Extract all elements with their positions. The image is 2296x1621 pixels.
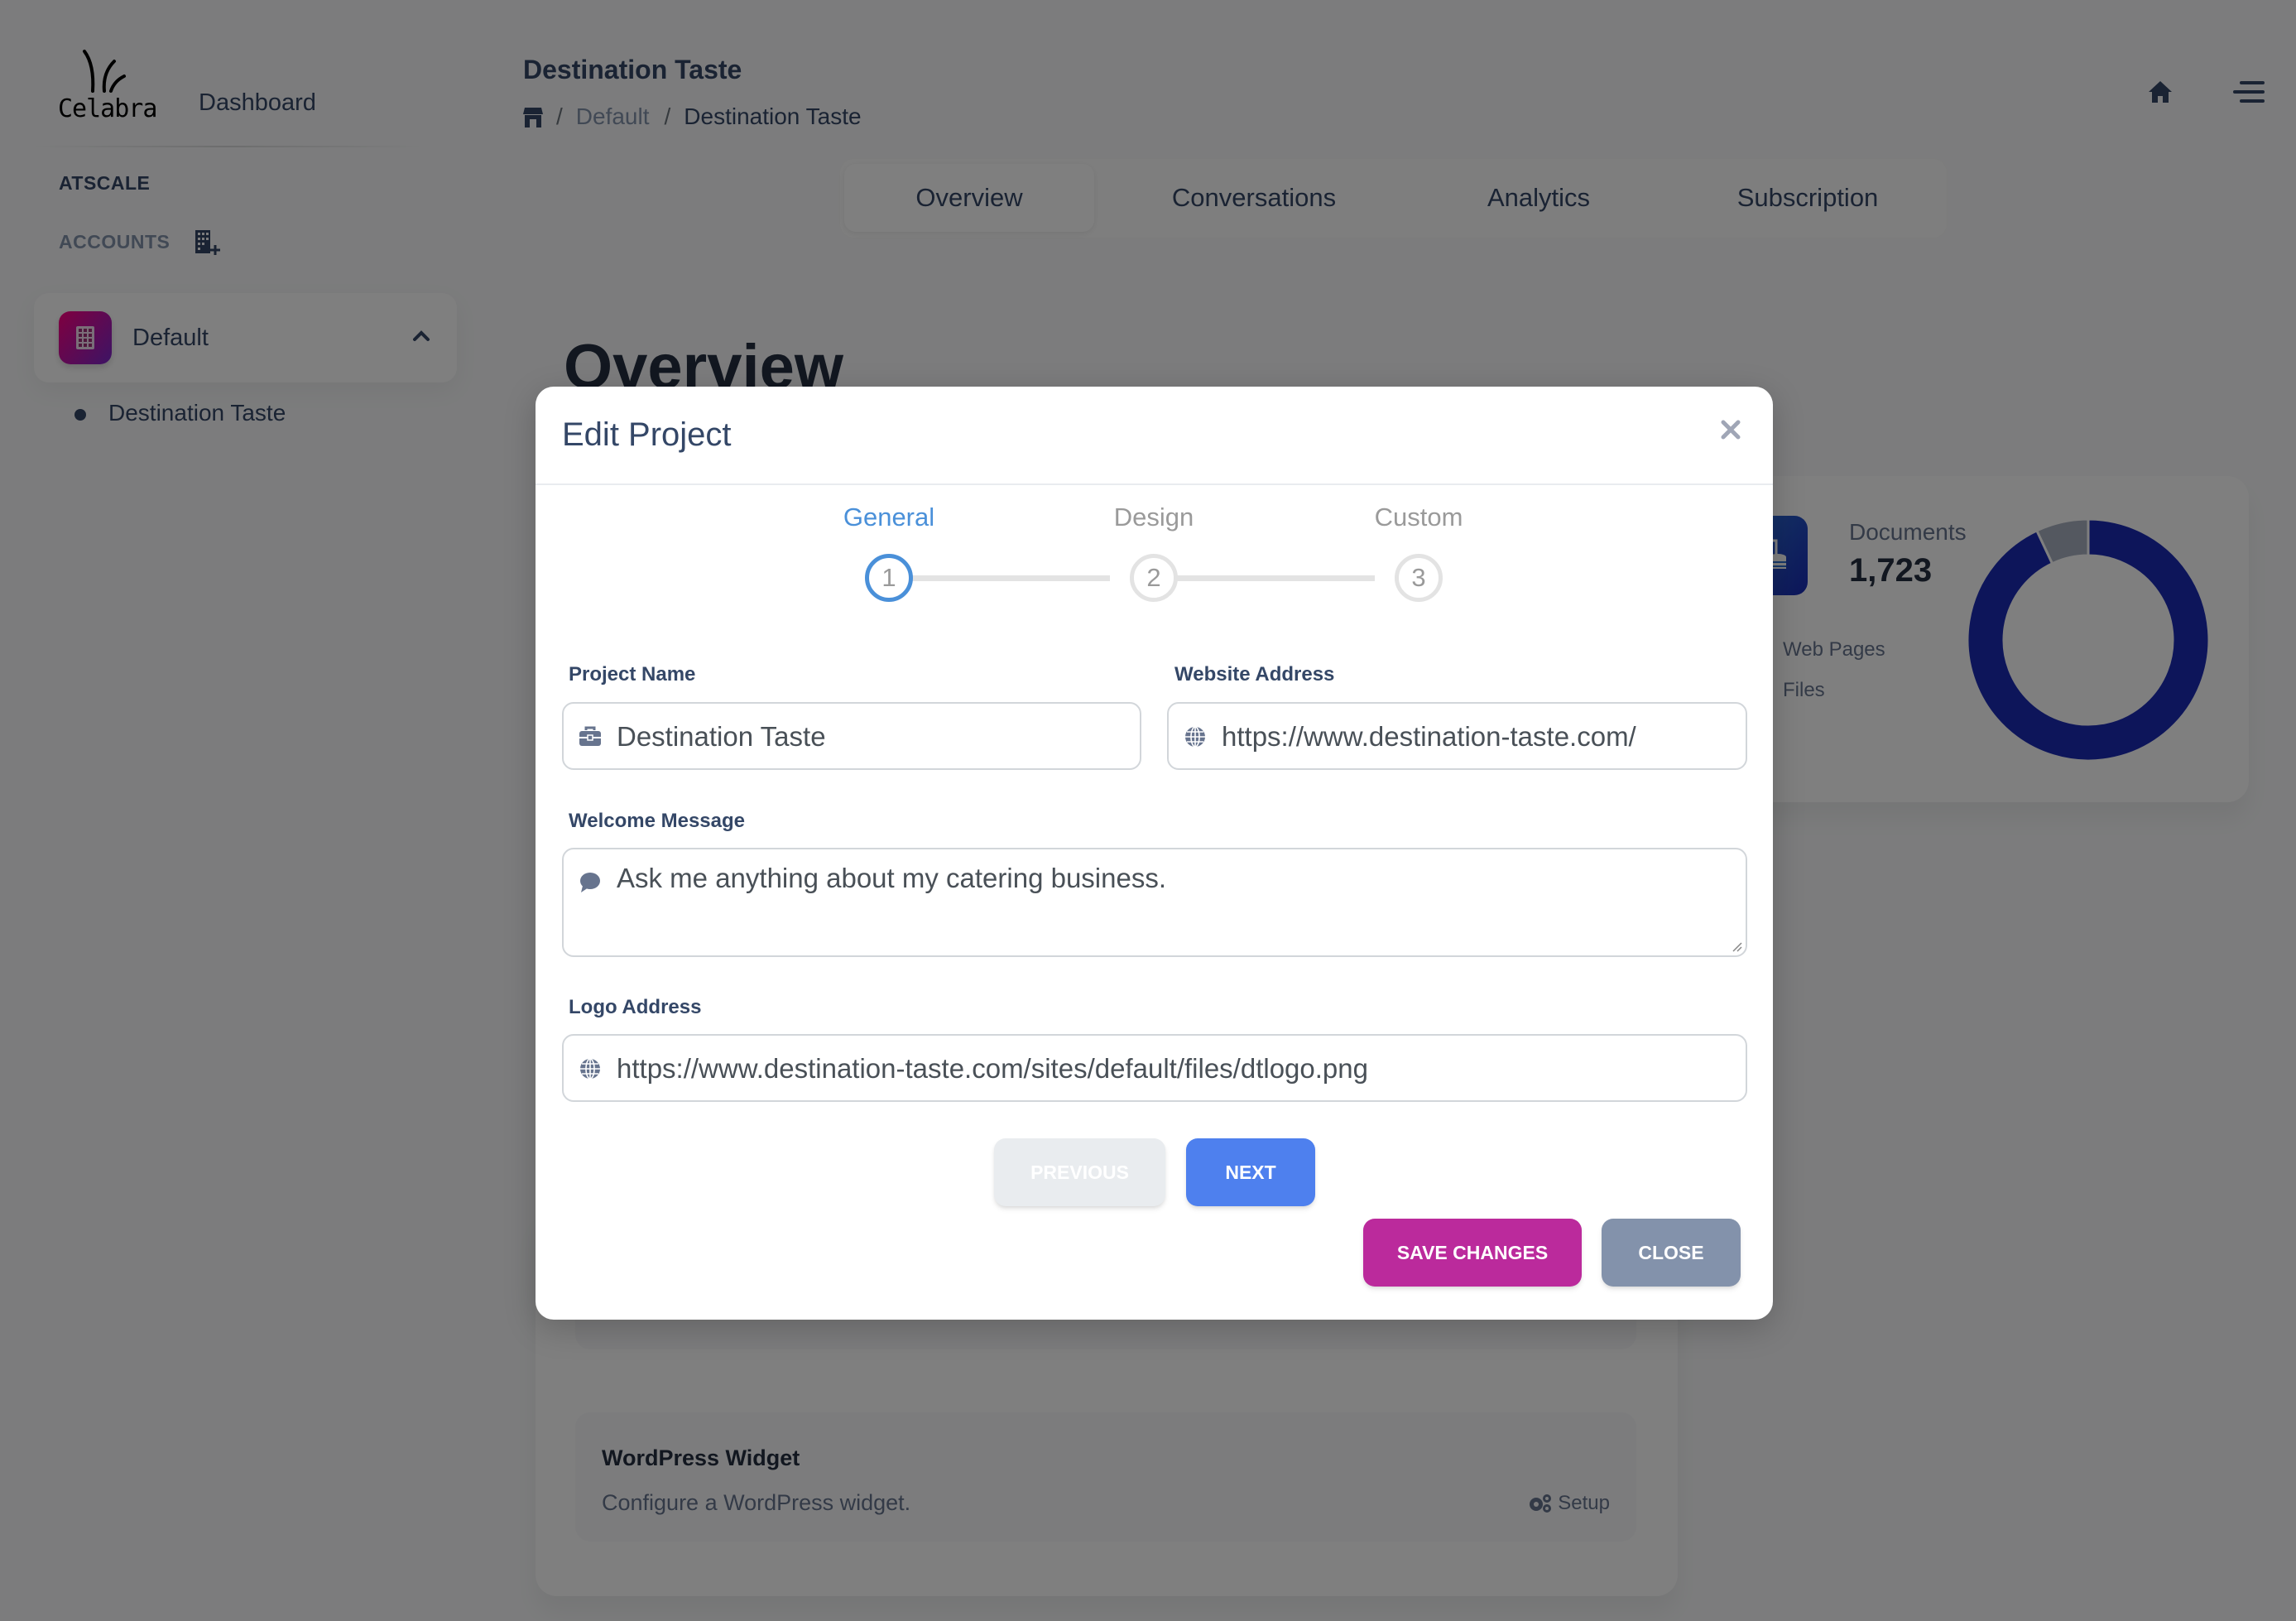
step-connector bbox=[889, 575, 1110, 581]
modal-close-button[interactable] bbox=[1714, 413, 1747, 446]
next-button[interactable]: NEXT bbox=[1186, 1138, 1315, 1206]
resize-handle-icon[interactable] bbox=[1731, 940, 1742, 952]
step-connector bbox=[1154, 575, 1375, 581]
modal-title: Edit Project bbox=[562, 416, 732, 453]
globe-icon bbox=[580, 1058, 600, 1080]
website-address-label: Website Address bbox=[1174, 663, 1335, 685]
step-general-circle[interactable]: 1 bbox=[865, 554, 913, 602]
project-name-input[interactable] bbox=[617, 720, 1126, 753]
logo-address-label: Logo Address bbox=[569, 996, 702, 1018]
step-progress: General Design Custom 1 2 3 bbox=[536, 503, 1773, 627]
briefcase-icon bbox=[579, 726, 601, 746]
step-custom-label[interactable]: Custom bbox=[1375, 503, 1463, 532]
close-button[interactable]: CLOSE bbox=[1602, 1219, 1741, 1287]
edit-project-modal: Edit Project General Design Custom 1 2 3… bbox=[536, 387, 1773, 1320]
close-icon bbox=[1721, 420, 1741, 440]
welcome-message-input[interactable]: Ask me anything about my catering busine… bbox=[617, 863, 1732, 942]
welcome-message-label: Welcome Message bbox=[569, 810, 745, 832]
project-name-field bbox=[562, 702, 1141, 770]
project-name-label: Project Name bbox=[569, 663, 696, 685]
comment-icon bbox=[580, 873, 600, 892]
step-general-label[interactable]: General bbox=[843, 503, 934, 532]
previous-button[interactable]: PREVIOUS bbox=[994, 1138, 1165, 1206]
welcome-message-field: Ask me anything about my catering busine… bbox=[562, 848, 1747, 957]
step-design-label[interactable]: Design bbox=[1114, 503, 1194, 532]
step-custom-circle[interactable]: 3 bbox=[1395, 554, 1443, 602]
website-address-field bbox=[1167, 702, 1747, 770]
modal-header-divider bbox=[536, 483, 1773, 485]
save-changes-button[interactable]: SAVE CHANGES bbox=[1363, 1219, 1582, 1287]
logo-address-input[interactable] bbox=[617, 1052, 1732, 1085]
logo-address-field bbox=[562, 1034, 1747, 1102]
website-address-input[interactable] bbox=[1222, 720, 1732, 753]
step-design-circle[interactable]: 2 bbox=[1130, 554, 1178, 602]
globe-icon bbox=[1185, 726, 1205, 748]
